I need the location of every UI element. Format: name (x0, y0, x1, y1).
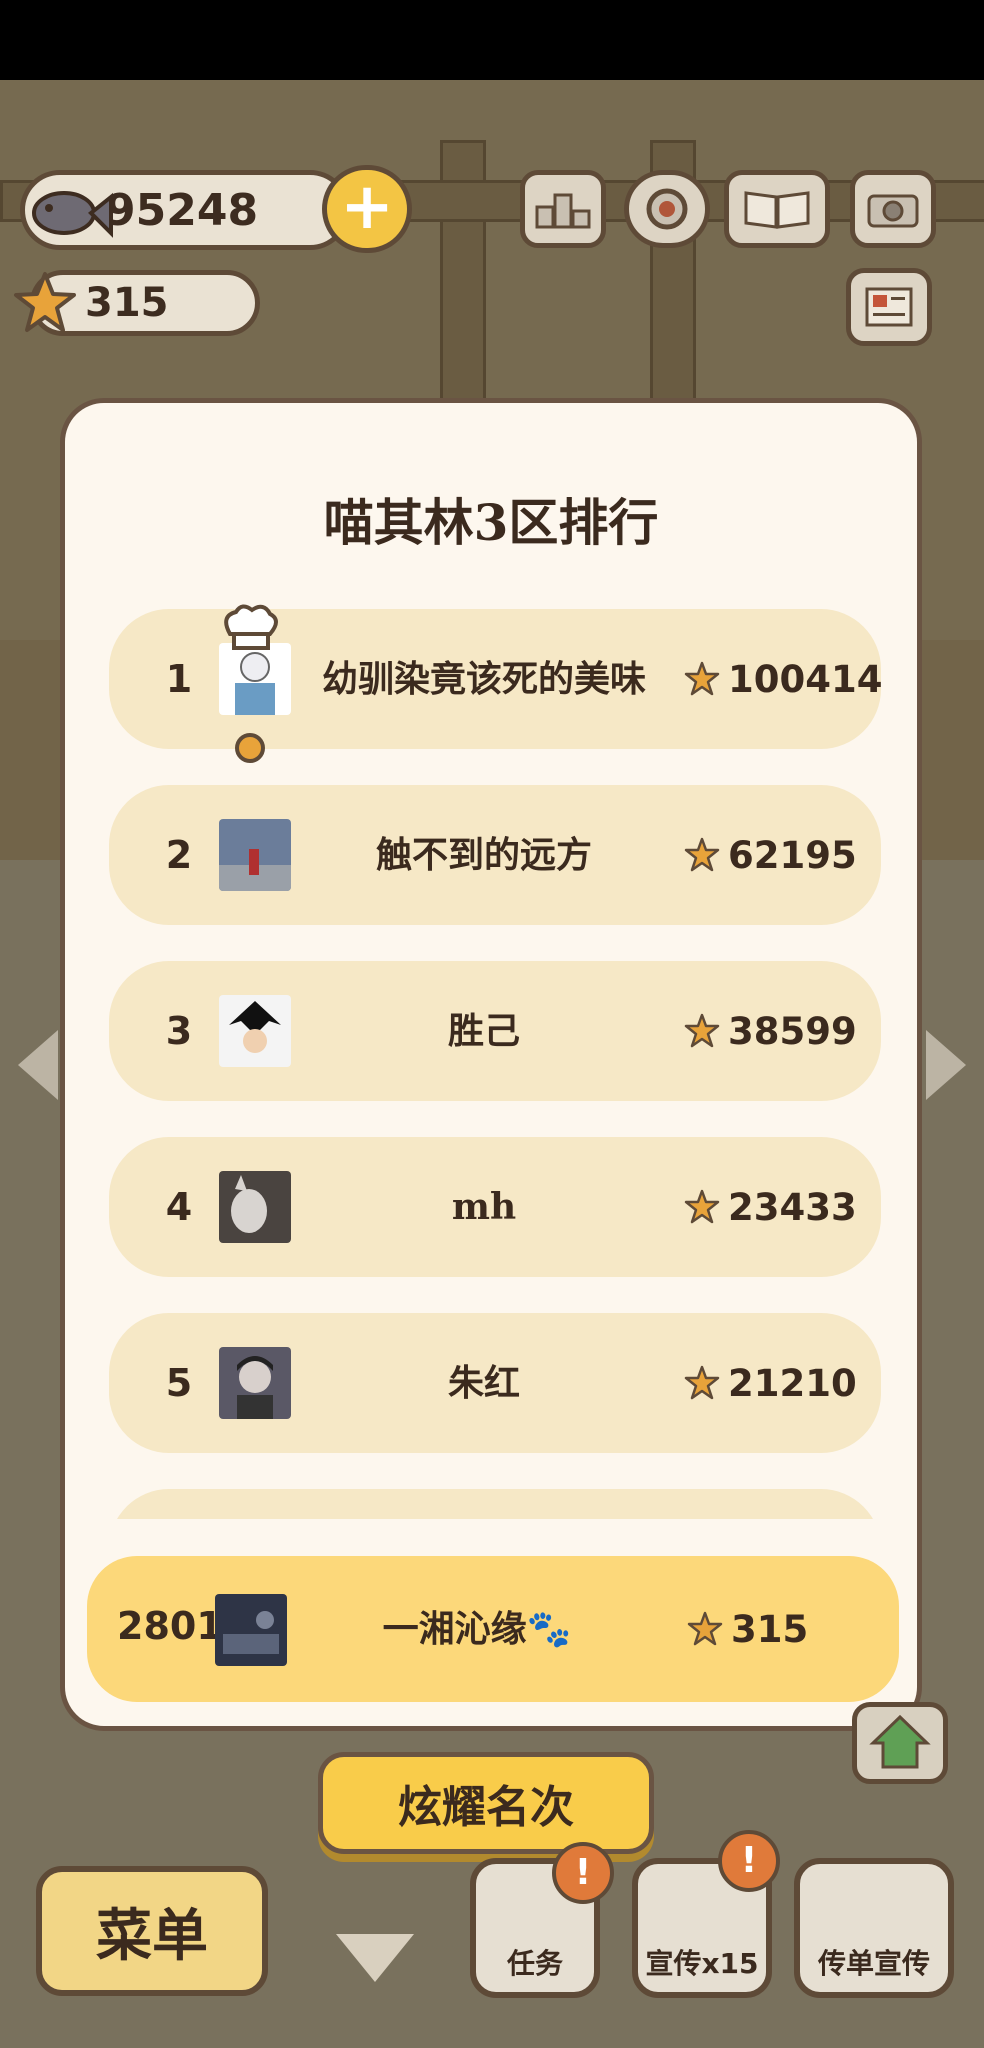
player-name: 幼驯染竟该死的美味 (321, 658, 646, 700)
add-coins-button[interactable]: + (322, 165, 412, 253)
player-score: 23433 (684, 1137, 857, 1277)
podium-icon (535, 193, 591, 229)
avatar (215, 1594, 287, 1666)
score-value: 315 (731, 1607, 809, 1651)
player-name: mh (451, 1186, 517, 1228)
coin-count: 95248 (105, 184, 259, 236)
chef-hat-icon (224, 604, 278, 650)
score-value: 62195 (728, 833, 857, 877)
player-score: 21210 (684, 1313, 857, 1453)
ranking-row[interactable]: 4 mh 23433 (109, 1137, 881, 1277)
camera-icon (867, 194, 919, 228)
star-count: 315 (85, 280, 169, 326)
rank-number: 2801 (117, 1604, 223, 1648)
score-value: 100414 (728, 657, 883, 701)
player-name: 朱红 (447, 1362, 520, 1404)
rank-number: 4 (165, 1185, 193, 1229)
score-value: 38599 (728, 1009, 857, 1053)
tasks-label: 任务 (506, 1947, 563, 1980)
my-ranking-row[interactable]: 2801 一湘沁缘🐾 315 (87, 1556, 899, 1702)
promo-label: 宣传x15 (645, 1947, 759, 1980)
star-icon (684, 661, 720, 696)
cat-book-button[interactable] (724, 170, 830, 248)
avatar (219, 819, 291, 891)
gear-icon (646, 188, 688, 230)
home-button[interactable] (852, 1702, 948, 1784)
promo-alert-badge: ! (718, 1830, 780, 1892)
ranking-icon[interactable] (520, 170, 606, 248)
avatar (219, 1171, 291, 1243)
star-icon (687, 1611, 723, 1646)
star-icon (684, 1013, 720, 1048)
player-name: 触不到的远方 (375, 834, 592, 876)
camera-button[interactable] (850, 170, 936, 248)
rank-number: 5 (165, 1361, 193, 1405)
player-name: 一湘沁缘🐾 (382, 1608, 572, 1650)
star-icon (684, 1189, 720, 1224)
ranking-list[interactable]: 1 幼驯染竟该死的美味 100414 2 触不到的远方 62195 3 胜己 3… (105, 609, 885, 1519)
star-icon (14, 272, 76, 332)
ranking-row[interactable]: 5 朱红 21210 (109, 1313, 881, 1453)
fish-icon (32, 191, 113, 238)
house-icon (869, 1714, 931, 1769)
player-score: 38599 (684, 961, 857, 1101)
settings-button[interactable] (624, 170, 710, 248)
player-score: 62195 (684, 785, 857, 925)
rank-number: 3 (165, 1009, 193, 1053)
newspaper-button[interactable] (846, 268, 932, 346)
flyer-promo-button[interactable]: 传单宣传 (794, 1858, 954, 1998)
flyer-label: 传单宣传 (817, 1947, 930, 1980)
avatar (219, 995, 291, 1067)
avatar (219, 1347, 291, 1419)
player-score: 315 (687, 1556, 808, 1702)
panel-title: 喵其林3区排行 (323, 493, 659, 552)
show-off-rank-button[interactable]: 炫耀名次 (318, 1752, 654, 1854)
ranking-row[interactable]: 3 胜己 38599 (109, 961, 881, 1101)
ranking-row[interactable] (109, 1489, 881, 1519)
tasks-alert-badge: ! (552, 1842, 614, 1904)
score-value: 21210 (728, 1361, 857, 1405)
player-score: 100414 (684, 609, 882, 749)
star-icon (684, 837, 720, 872)
book-icon (744, 191, 810, 229)
star-icon (684, 1365, 720, 1400)
ranking-panel: 喵其林3区排行 1 幼驯染竟该死的美味 100414 2 触不到的远方 6219… (60, 398, 922, 1731)
coin-counter: 95248 (20, 170, 350, 250)
newspaper-icon (865, 287, 913, 327)
menu-button[interactable]: 菜单 (36, 1866, 268, 1996)
player-name: 胜己 (447, 1010, 520, 1052)
medal-icon (235, 733, 265, 763)
rank-number: 1 (165, 657, 193, 701)
rank-number: 2 (165, 833, 193, 877)
score-value: 23433 (728, 1185, 857, 1229)
status-bar-area (0, 0, 984, 80)
ranking-row[interactable]: 2 触不到的远方 62195 (109, 785, 881, 925)
